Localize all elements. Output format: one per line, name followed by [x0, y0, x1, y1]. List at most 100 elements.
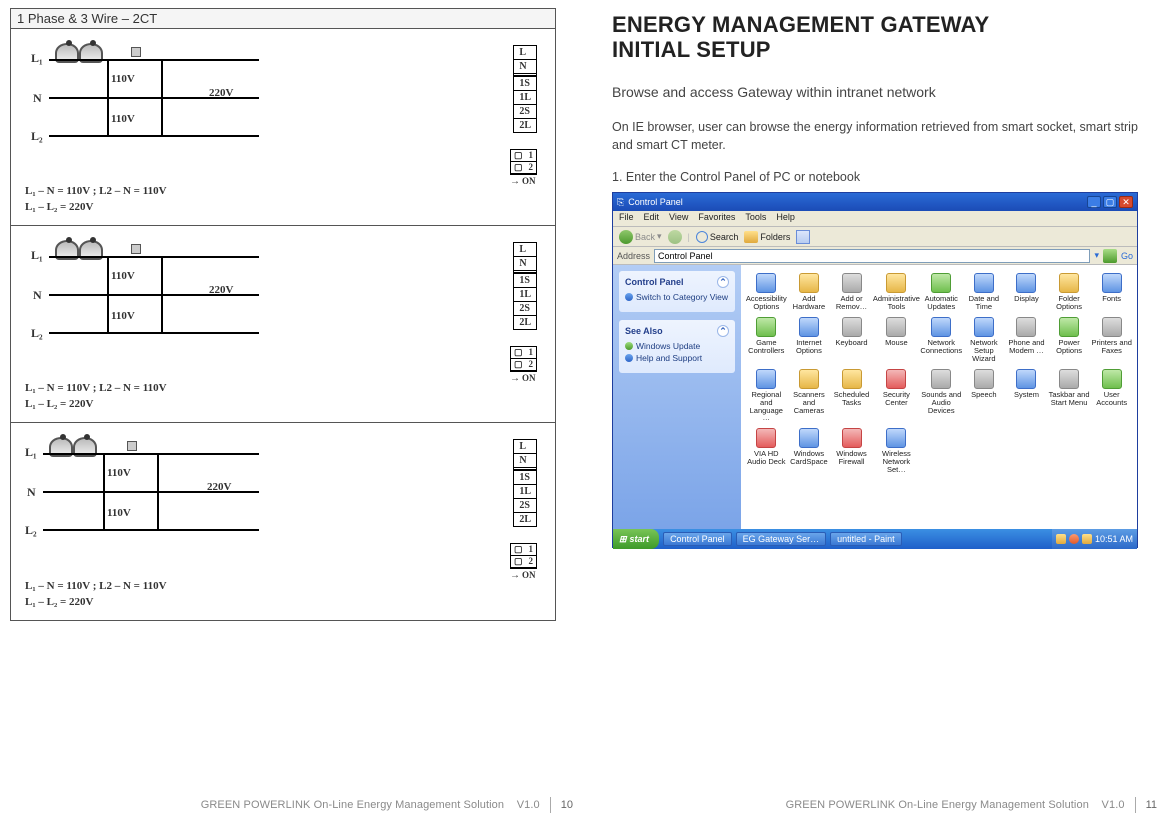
control-panel-item-label: Phone and Modem … — [1005, 339, 1048, 355]
control-panel-item[interactable]: Network Connections — [920, 315, 963, 365]
control-panel-item[interactable]: Internet Options — [788, 315, 831, 365]
control-panel-item-label: Internet Options — [788, 339, 831, 355]
system-tray[interactable]: 10:51 AM — [1052, 529, 1137, 549]
wiring-diagram-title: 1 Phase & 3 Wire – 2CT — [11, 9, 555, 29]
back-icon — [619, 230, 633, 244]
control-panel-item[interactable]: Phone and Modem … — [1005, 315, 1048, 365]
menu-edit[interactable]: Edit — [644, 212, 660, 225]
views-button[interactable] — [796, 230, 810, 244]
control-panel-item[interactable]: Add Hardware — [788, 271, 831, 313]
footer-version: V1.0 — [1102, 799, 1125, 811]
forward-button[interactable] — [668, 230, 682, 244]
control-panel-item-label: System — [1014, 391, 1039, 399]
wiring-panel-3: L₁ N L₂ 110V 220V 110V LN 1S1L 2S2L — [11, 423, 555, 620]
clock: 10:51 AM — [1095, 534, 1133, 544]
back-button[interactable]: Back ▾ — [619, 230, 662, 244]
menu-help[interactable]: Help — [776, 212, 795, 225]
control-panel-item[interactable]: Power Options — [1048, 315, 1091, 365]
tray-icon[interactable] — [1082, 534, 1092, 544]
switch-category-link[interactable]: Switch to Category View — [625, 292, 729, 302]
help-support-link[interactable]: Help and Support — [625, 353, 729, 363]
wiring-panel-1: L₁ N L₂ 110V 220V 110V L N 1S — [11, 29, 555, 226]
control-panel-item-icon — [1102, 273, 1122, 293]
go-label: Go — [1121, 251, 1133, 261]
control-panel-item[interactable]: Regional and Language … — [745, 367, 788, 425]
taskbar-task[interactable]: Control Panel — [663, 532, 732, 546]
control-panel-items: Accessibility OptionsAdd HardwareAdd or … — [741, 265, 1137, 529]
control-panel-item-icon — [842, 317, 862, 337]
folders-button[interactable]: Folders — [744, 231, 790, 243]
control-panel-item[interactable]: System — [1005, 367, 1048, 425]
control-panel-item[interactable]: Scanners and Cameras — [788, 367, 831, 425]
bullet-icon — [625, 342, 633, 350]
bullet-icon — [625, 293, 633, 301]
control-panel-item[interactable]: Taskbar and Start Menu — [1048, 367, 1091, 425]
connector-icon — [131, 47, 141, 57]
close-button[interactable]: ✕ — [1119, 196, 1133, 208]
start-button[interactable]: ⊞start — [613, 529, 659, 549]
control-panel-item-icon — [886, 428, 906, 448]
control-panel-item[interactable]: Administrative Tools — [873, 271, 920, 313]
windows-update-link[interactable]: Windows Update — [625, 341, 729, 351]
dip-switch: ▢1▢2 ON — [510, 346, 537, 384]
footer-left: GREEN POWERLINK On-Line Energy Managemen… — [0, 797, 584, 813]
control-panel-item-icon — [886, 317, 906, 337]
control-panel-item[interactable]: Add or Remov… — [830, 271, 873, 313]
go-button[interactable] — [1103, 249, 1117, 263]
control-panel-item[interactable]: Accessibility Options — [745, 271, 788, 313]
control-panel-item-icon — [756, 428, 776, 448]
control-panel-item-label: Network Connections — [920, 339, 963, 355]
dip-switch: ▢1▢2 ON — [510, 543, 537, 581]
control-panel-item-icon — [931, 273, 951, 293]
control-panel-icon: ⎘ — [617, 197, 624, 208]
control-panel-item[interactable]: Network Setup Wizard — [963, 315, 1006, 365]
control-panel-item[interactable]: Windows Firewall — [830, 426, 873, 476]
collapse-icon[interactable]: ⌃ — [717, 276, 729, 288]
search-button[interactable]: Search — [696, 231, 739, 243]
control-panel-item[interactable]: Automatic Updates — [920, 271, 963, 313]
control-panel-item-label: Add or Remov… — [830, 295, 873, 311]
control-panel-item[interactable]: Scheduled Tasks — [830, 367, 873, 425]
control-panel-item[interactable]: Folder Options — [1048, 271, 1091, 313]
taskbar-task[interactable]: EG Gateway Ser… — [736, 532, 827, 546]
menu-file[interactable]: File — [619, 212, 634, 225]
window-titlebar[interactable]: ⎘Control Panel _ ▢ ✕ — [613, 193, 1137, 211]
control-panel-item[interactable]: User Accounts — [1090, 367, 1133, 425]
menu-favorites[interactable]: Favorites — [698, 212, 735, 225]
control-panel-item-icon — [1059, 317, 1079, 337]
control-panel-item[interactable]: VIA HD Audio Deck — [745, 426, 788, 476]
control-panel-item[interactable]: Fonts — [1090, 271, 1133, 313]
control-panel-item-icon — [974, 317, 994, 337]
taskbar[interactable]: ⊞start Control Panel EG Gateway Ser… unt… — [613, 529, 1137, 549]
control-panel-item[interactable]: Sounds and Audio Devices — [920, 367, 963, 425]
control-panel-item[interactable]: Keyboard — [830, 315, 873, 365]
collapse-icon[interactable]: ⌃ — [717, 325, 729, 337]
maximize-button[interactable]: ▢ — [1103, 196, 1117, 208]
minimize-button[interactable]: _ — [1087, 196, 1101, 208]
control-panel-item-label: Taskbar and Start Menu — [1048, 391, 1091, 407]
tasks-sidebar: Control Panel⌃ Switch to Category View S… — [613, 265, 741, 529]
control-panel-item[interactable]: Mouse — [873, 315, 920, 365]
connector-icon — [127, 441, 137, 451]
control-panel-item[interactable]: Game Controllers — [745, 315, 788, 365]
control-panel-item[interactable]: Windows CardSpace — [788, 426, 831, 476]
taskbar-task[interactable]: untitled - Paint — [830, 532, 902, 546]
control-panel-item[interactable]: Date and Time — [963, 271, 1006, 313]
control-panel-item[interactable]: Wireless Network Set… — [873, 426, 920, 476]
control-panel-item-icon — [1059, 273, 1079, 293]
wiring-panel-2: L₁ N L₂ 110V 220V 110V LN 1S1L 2S2L — [11, 226, 555, 423]
tray-icon[interactable] — [1056, 534, 1066, 544]
control-panel-item[interactable]: Speech — [963, 367, 1006, 425]
page-footers: GREEN POWERLINK On-Line Energy Managemen… — [0, 797, 1168, 813]
control-panel-item-label: Display — [1014, 295, 1039, 303]
address-input[interactable] — [654, 249, 1090, 263]
menu-tools[interactable]: Tools — [745, 212, 766, 225]
control-panel-item[interactable]: Printers and Faxes — [1090, 315, 1133, 365]
control-panel-item[interactable]: Security Center — [873, 367, 920, 425]
menu-bar[interactable]: File Edit View Favorites Tools Help — [613, 211, 1137, 227]
menu-view[interactable]: View — [669, 212, 688, 225]
control-panel-item-label: Network Setup Wizard — [963, 339, 1006, 363]
control-panel-item[interactable]: Display — [1005, 271, 1048, 313]
tray-icon[interactable] — [1069, 534, 1079, 544]
bullet-icon — [625, 354, 633, 362]
